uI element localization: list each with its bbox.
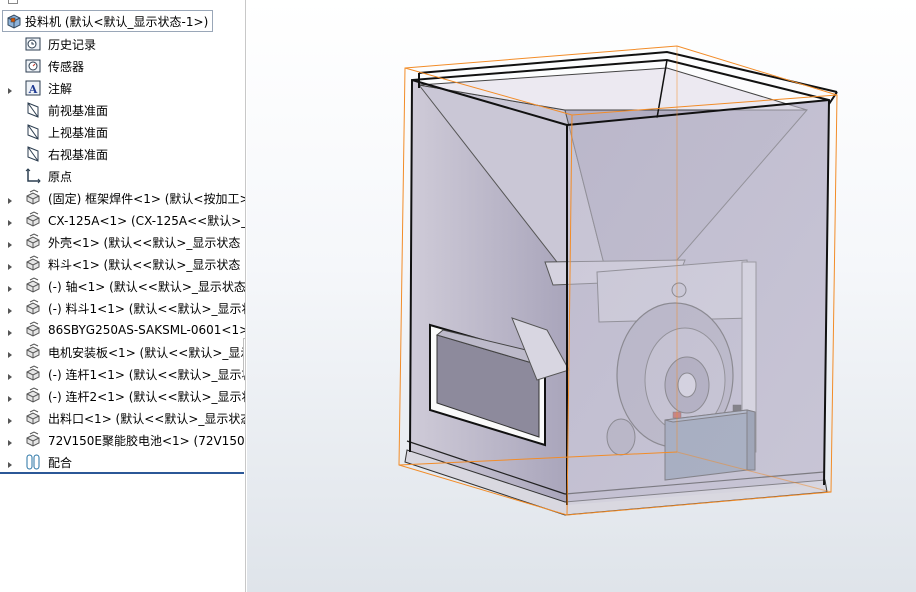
part-icon xyxy=(24,211,42,229)
expand-arrow-icon[interactable] xyxy=(6,238,14,248)
tree-item[interactable]: 前视基准面 xyxy=(0,99,245,121)
tree-item[interactable]: 72V150E聚能胶电池<1> (72V150E聚 xyxy=(0,429,246,451)
part-icon xyxy=(24,343,42,361)
tree-item-label: 外壳<1> (默认<<默认>_显示状态 1 xyxy=(48,235,246,250)
part-icon xyxy=(24,277,42,295)
tree-item-label: 前视基准面 xyxy=(48,103,109,118)
tree-divider xyxy=(0,472,244,474)
tree-item[interactable]: 配合 xyxy=(0,451,245,473)
feature-tree-panel: 投料机 (默认<默认_显示状态-1>) 历史记录传感器 A 注解前视基准面上视基准面… xyxy=(0,0,246,592)
tree-item[interactable]: 电机安装板<1> (默认<<默认>_显示 xyxy=(0,341,246,363)
part-icon xyxy=(24,233,42,251)
tree-item-label: 右视基准面 xyxy=(48,147,109,162)
expand-arrow-icon[interactable] xyxy=(6,84,14,94)
expand-arrow-icon[interactable] xyxy=(6,370,14,380)
tree-item-label: 出料口<1> (默认<<默认>_显示状态 xyxy=(48,411,246,426)
sensor-icon xyxy=(24,57,42,75)
expand-arrow-icon[interactable] xyxy=(6,282,14,292)
tree-item-label: (-) 连杆2<1> (默认<<默认>_显示状 xyxy=(48,389,246,404)
expand-arrow-icon[interactable] xyxy=(6,436,14,446)
tree-connector-stub xyxy=(8,0,18,4)
part-icon xyxy=(24,387,42,405)
tree-item[interactable]: 上视基准面 xyxy=(0,121,245,143)
expand-arrow-icon[interactable] xyxy=(6,304,14,314)
tree-item[interactable]: 出料口<1> (默认<<默认>_显示状态 xyxy=(0,407,246,429)
tree-root-assembly[interactable]: 投料机 (默认<默认_显示状态-1>) xyxy=(2,10,214,32)
history-icon xyxy=(24,35,42,53)
tree-item[interactable]: 原点 xyxy=(0,165,245,187)
tree-item[interactable]: CX-125A<1> (CX-125A<<默认>_显 xyxy=(0,209,246,231)
plane-icon xyxy=(24,123,42,141)
expand-arrow-icon[interactable] xyxy=(6,458,14,468)
tree-item[interactable]: (-) 轴<1> (默认<<默认>_显示状态 1 xyxy=(0,275,246,297)
expand-arrow-icon[interactable] xyxy=(6,216,14,226)
tree-item-label: 历史记录 xyxy=(48,37,97,52)
tree-item-label: CX-125A<1> (CX-125A<<默认>_显 xyxy=(48,213,246,228)
part-icon xyxy=(24,365,42,383)
tree-item-label: 原点 xyxy=(48,169,73,184)
tree-item[interactable]: 传感器 xyxy=(0,55,245,77)
tree-item-label: 注解 xyxy=(48,81,73,96)
expand-arrow-icon[interactable] xyxy=(6,392,14,402)
part-icon xyxy=(24,189,42,207)
tree-item[interactable]: (-) 料斗1<1> (默认<<默认>_显示状 xyxy=(0,297,246,319)
annotation-icon: A xyxy=(24,79,42,97)
tree-item-label: 86SBYG250AS-SAKSML-0601<1> xyxy=(48,323,246,337)
tree-item-label: 料斗<1> (默认<<默认>_显示状态 1 xyxy=(48,257,246,272)
plane-icon xyxy=(24,101,42,119)
tree-item-label: (-) 料斗1<1> (默认<<默认>_显示状 xyxy=(48,301,246,316)
part-icon xyxy=(24,409,42,427)
tree-item[interactable]: 外壳<1> (默认<<默认>_显示状态 1 xyxy=(0,231,246,253)
mates-icon xyxy=(24,453,42,471)
tree-item-label: (-) 轴<1> (默认<<默认>_显示状态 1 xyxy=(48,279,246,294)
part-icon xyxy=(24,431,42,449)
tree-item[interactable]: (固定) 框架焊件<1> (默认<按加工> xyxy=(0,187,246,209)
part-icon xyxy=(24,299,42,317)
tree-item[interactable]: (-) 连杆2<1> (默认<<默认>_显示状 xyxy=(0,385,246,407)
tree-item[interactable]: A 注解 xyxy=(0,77,245,99)
assembly-icon xyxy=(5,12,23,30)
tree-item-label: 电机安装板<1> (默认<<默认>_显示 xyxy=(48,345,246,360)
tree-root-label: 投料机 (默认<默认_显示状态-1>) xyxy=(25,14,209,29)
tree-item-label: 传感器 xyxy=(48,59,85,74)
tree-item[interactable]: 料斗<1> (默认<<默认>_显示状态 1 xyxy=(0,253,246,275)
tree-item-label: (-) 连杆1<1> (默认<<默认>_显示状 xyxy=(48,367,246,382)
tree-item[interactable]: 86SBYG250AS-SAKSML-0601<1> xyxy=(0,319,246,341)
expand-arrow-icon[interactable] xyxy=(6,260,14,270)
model-3d-view[interactable] xyxy=(247,0,916,592)
expand-arrow-icon[interactable] xyxy=(6,194,14,204)
tree-item-label: 配合 xyxy=(48,455,73,470)
enclosure-front-panel xyxy=(567,100,829,505)
graphics-viewport[interactable] xyxy=(247,0,916,592)
expand-arrow-icon[interactable] xyxy=(6,326,14,336)
svg-text:A: A xyxy=(28,83,38,96)
expand-arrow-icon[interactable] xyxy=(6,348,14,358)
expand-arrow-icon[interactable] xyxy=(6,414,14,424)
tree-item[interactable]: 右视基准面 xyxy=(0,143,245,165)
tree-item-label: (固定) 框架焊件<1> (默认<按加工> xyxy=(48,191,246,206)
tree-item-label: 上视基准面 xyxy=(48,125,109,140)
origin-icon xyxy=(24,167,42,185)
tree-item-label: 72V150E聚能胶电池<1> (72V150E聚 xyxy=(48,433,246,448)
plane-icon xyxy=(24,145,42,163)
part-icon xyxy=(24,321,42,339)
part-icon xyxy=(24,255,42,273)
tree-scroll-indicator[interactable] xyxy=(243,338,245,376)
tree-item[interactable]: 历史记录 xyxy=(0,33,245,55)
tree-item[interactable]: (-) 连杆1<1> (默认<<默认>_显示状 xyxy=(0,363,246,385)
